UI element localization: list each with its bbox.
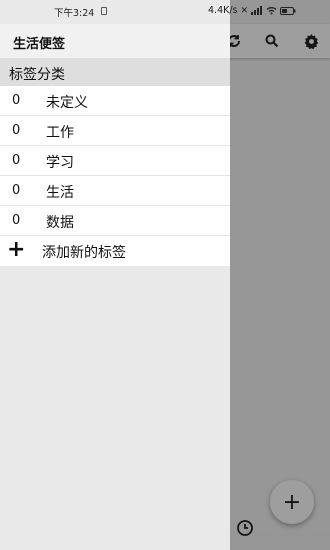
tag-label: 学习 xyxy=(46,155,74,171)
battery-icon xyxy=(280,6,296,15)
tag-list: 0 未定义 0 工作 0 学习 0 生活 0 数据 + 添加新的标签 xyxy=(0,86,230,266)
section-title-text: 标签分类 xyxy=(9,67,65,83)
tag-count: 0 xyxy=(12,213,21,228)
plus-icon: + xyxy=(7,237,26,262)
tag-count: 0 xyxy=(12,123,21,138)
status-bar: 下午3:24 4.4K/s ✕ xyxy=(0,0,330,22)
tag-label: 工作 xyxy=(46,125,74,141)
add-tag-label: 添加新的标签 xyxy=(42,245,126,261)
signal-icon xyxy=(251,6,263,15)
tag-count: 0 xyxy=(12,183,21,198)
tag-label: 未定义 xyxy=(46,95,88,111)
tag-label: 数据 xyxy=(46,215,74,231)
drawer-header: 生活便签 xyxy=(0,24,230,58)
section-title: 标签分类 xyxy=(0,58,230,86)
notification-icon xyxy=(101,7,107,15)
network-speed: 4.4K/s xyxy=(208,5,238,16)
tag-item-data[interactable]: 0 数据 xyxy=(0,206,230,236)
status-time: 下午3:24 xyxy=(54,8,95,19)
tag-item-undefined[interactable]: 0 未定义 xyxy=(0,86,230,116)
tag-count: 0 xyxy=(12,93,21,108)
add-tag-button[interactable]: + 添加新的标签 xyxy=(0,236,230,266)
tag-item-life[interactable]: 0 生活 xyxy=(0,176,230,206)
tag-count: 0 xyxy=(12,153,21,168)
drawer-title: 生活便签 xyxy=(13,37,66,52)
status-indicators: 4.4K/s ✕ xyxy=(208,5,296,16)
wifi-icon xyxy=(266,7,277,15)
mute-icon: ✕ xyxy=(240,5,249,16)
tag-item-study[interactable]: 0 学习 xyxy=(0,146,230,176)
tag-drawer: 生活便签 标签分类 0 未定义 0 工作 0 学习 0 生活 0 数据 + 添加… xyxy=(0,0,230,550)
tag-label: 生活 xyxy=(46,185,74,201)
tag-item-work[interactable]: 0 工作 xyxy=(0,116,230,146)
